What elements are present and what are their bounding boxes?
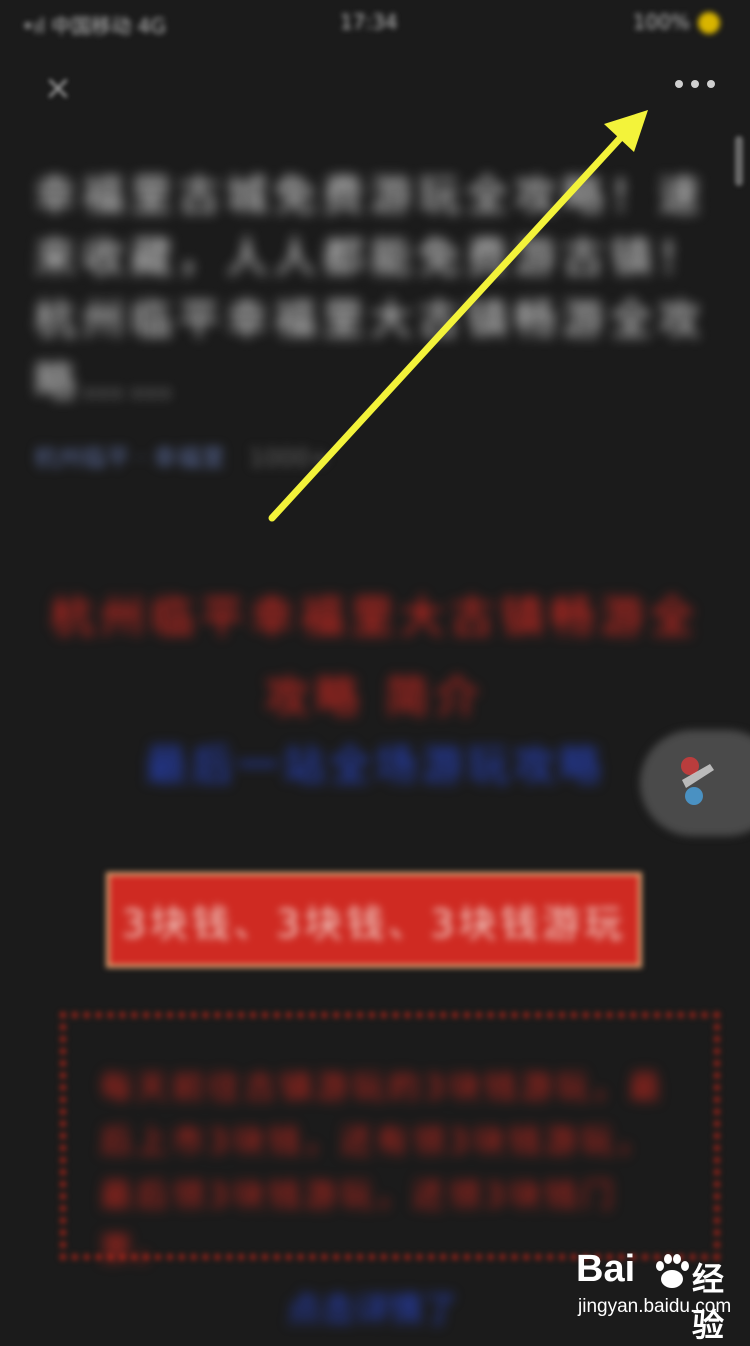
promo-banner-text: 3块钱、3块钱、3块钱游玩	[121, 901, 627, 946]
watermark-url: jingyan.baidu.com	[578, 1296, 732, 1317]
more-options-button[interactable]	[660, 62, 730, 106]
status-time: 17:34	[340, 10, 398, 34]
battery-icon	[698, 12, 720, 34]
close-icon: ×	[43, 68, 73, 108]
more-dot-icon	[691, 80, 699, 88]
article-meta: 杭州临平 · 幸福里 1000+	[34, 438, 330, 473]
section-subheading-link[interactable]: 最后一站全场游玩攻略	[120, 732, 630, 793]
more-dot-icon	[675, 80, 683, 88]
carrier-signal: •ıl 中国移动 4G	[22, 14, 166, 38]
status-bar: •ıl 中国移动 4G 17:34 100%	[0, 0, 750, 44]
article-views: 1000+	[248, 444, 331, 472]
notice-text: 每天前往古镇游玩的3块钱游玩，最后上市3块钱，还有领3块钱游玩，最后领3块钱游玩…	[100, 1068, 665, 1268]
detail-link[interactable]: 点击详情了	[282, 1282, 462, 1331]
battery-percent: 100%	[632, 10, 690, 34]
more-dot-icon	[707, 80, 715, 88]
top-nav: ×	[0, 44, 750, 134]
promo-banner: 3块钱、3块钱、3块钱游玩	[106, 872, 642, 968]
watermark-brand: Bai	[576, 1248, 636, 1290]
close-button[interactable]: ×	[36, 66, 80, 110]
floating-widget-icon	[681, 757, 714, 805]
scrollbar-thumb[interactable]	[735, 136, 743, 186]
section-heading: 杭州临平幸福里大古镇畅游全攻略 简介	[50, 592, 700, 723]
paw-icon	[656, 1254, 689, 1288]
baidu-jingyan-watermark: Bai 经验 jingyan.baidu.com	[572, 1248, 742, 1344]
article-title: 幸福里古城免费游玩全攻略！速来收藏，人人都能免费游古镇！杭州临平幸福里大古镇畅游…	[34, 171, 707, 406]
article-source-link[interactable]: 杭州临平 · 幸福里	[34, 444, 225, 472]
